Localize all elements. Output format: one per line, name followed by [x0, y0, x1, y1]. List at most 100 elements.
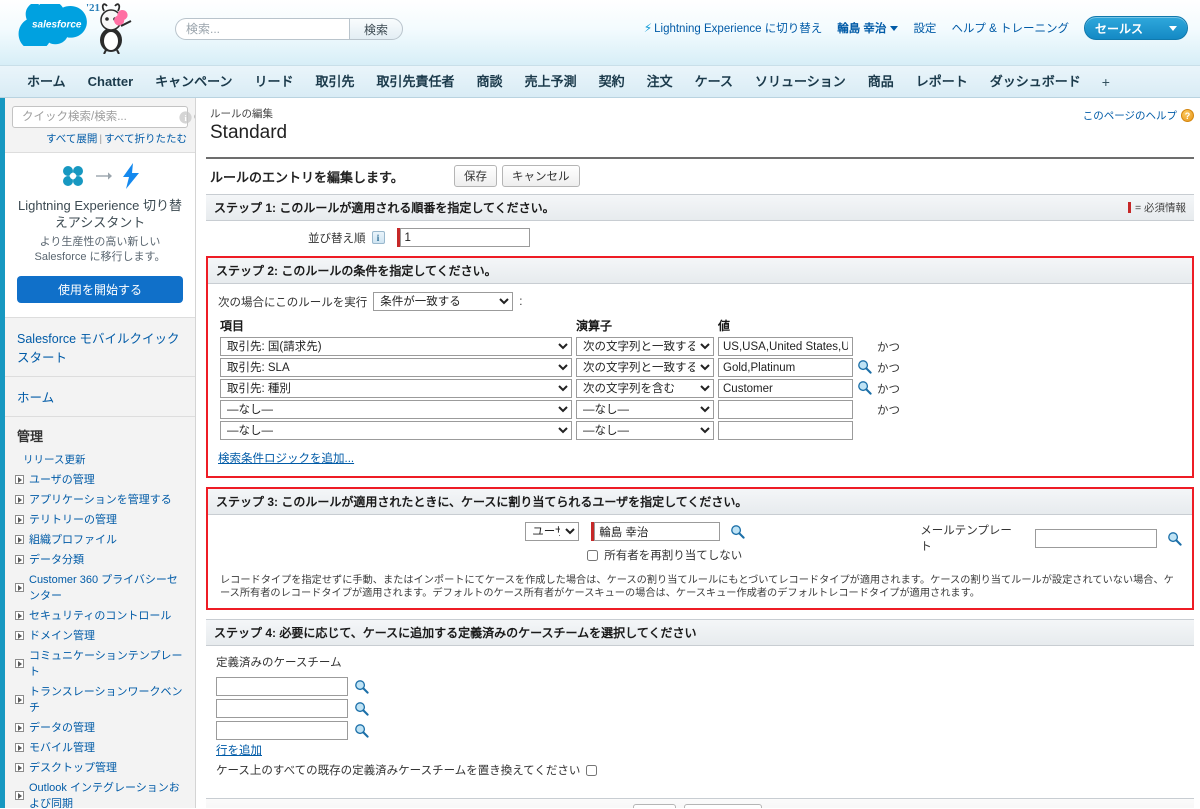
lookup-icon[interactable] [354, 701, 369, 716]
tab-solutions[interactable]: ソリューション [744, 66, 857, 97]
tab-cases[interactable]: ケース [684, 66, 744, 97]
expand-triangle-icon[interactable] [15, 630, 24, 640]
all-tabs-plus-icon[interactable]: + [1092, 74, 1120, 90]
expand-triangle-icon[interactable] [15, 694, 24, 704]
tab-orders[interactable]: 注文 [636, 66, 684, 97]
criteria-value-input-1[interactable] [718, 337, 853, 356]
sidebar-item-customer-360-privacy-center[interactable]: Customer 360 プライバシーセンター [5, 569, 195, 605]
user-menu[interactable]: 輪島 幸治 [837, 20, 899, 36]
save-button-top[interactable]: 保存 [454, 165, 497, 187]
tab-forecasts[interactable]: 売上予測 [514, 66, 588, 97]
criteria-field-select-2[interactable]: 取引先: SLA [220, 358, 572, 377]
tab-reports[interactable]: レポート [905, 66, 979, 97]
criteria-value-input-3[interactable] [718, 379, 853, 398]
lookup-icon[interactable] [730, 524, 745, 539]
tab-chatter[interactable]: Chatter [77, 66, 145, 97]
criteria-operator-select-5[interactable]: —なし— [576, 421, 714, 440]
tab-leads[interactable]: リード [244, 66, 305, 97]
criteria-field-select-5[interactable]: —なし— [220, 421, 572, 440]
expand-triangle-icon[interactable] [15, 494, 24, 504]
expand-triangle-icon[interactable] [15, 582, 24, 592]
sidebar-item-communication-templates[interactable]: コミュニケーションテンプレート [5, 645, 195, 681]
assignee-name-input[interactable] [594, 522, 721, 541]
setup-link[interactable]: 設定 [913, 20, 936, 36]
criteria-operator-select-1[interactable]: 次の文字列と一致する [576, 337, 714, 356]
sidebar-item-manage-apps[interactable]: アプリケーションを管理する [5, 489, 195, 509]
expand-triangle-icon[interactable] [15, 762, 24, 772]
criteria-field-select-1[interactable]: 取引先: 国(請求先) [220, 337, 572, 356]
global-search-button[interactable]: 検索 [349, 18, 404, 40]
add-filter-logic-link[interactable]: 検索条件ロジックを追加... [218, 453, 354, 465]
sidebar-item-outlook-integration[interactable]: Outlook インテグレーションおよび同期 [5, 777, 195, 808]
lookup-icon[interactable] [354, 723, 369, 738]
sidebar-item-home[interactable]: ホーム [5, 377, 195, 417]
criteria-operator-select-4[interactable]: —なし— [576, 400, 714, 419]
expand-triangle-icon[interactable] [15, 742, 24, 752]
sidebar-item-desktop-administration[interactable]: デスクトップ管理 [5, 757, 195, 777]
sidebar-item-company-profile[interactable]: 組織プロファイル [5, 529, 195, 549]
quick-find-input[interactable] [20, 110, 178, 124]
app-picker[interactable]: セールス [1084, 16, 1188, 40]
expand-triangle-icon[interactable] [15, 554, 24, 564]
criteria-field-select-3[interactable]: 取引先: 種別 [220, 379, 572, 398]
tab-opportunities[interactable]: 商談 [466, 66, 514, 97]
tab-contacts[interactable]: 取引先責任者 [366, 66, 466, 97]
sidebar-item-release-updates[interactable]: リリース更新 [5, 450, 195, 469]
sidebar-item-data-management[interactable]: データの管理 [5, 717, 195, 737]
global-search-input[interactable] [175, 18, 349, 40]
criteria-operator-select-3[interactable]: 次の文字列を含む [576, 379, 714, 398]
help-training-link[interactable]: ヘルプ & トレーニング [951, 20, 1069, 36]
info-icon[interactable]: i [371, 231, 385, 244]
expand-triangle-icon[interactable] [15, 610, 24, 620]
switch-to-lightning-link[interactable]: ⚡ Lightning Experience に切り替え [644, 20, 823, 36]
sidebar-item-domain-management[interactable]: ドメイン管理 [5, 625, 195, 645]
criteria-operator-select-2[interactable]: 次の文字列と一致する [576, 358, 714, 377]
expand-all-link[interactable]: すべて展開 [46, 133, 97, 145]
tab-products[interactable]: 商品 [857, 66, 905, 97]
collapse-all-link[interactable]: すべて折りたたむ [104, 133, 187, 145]
info-icon[interactable]: i [178, 110, 193, 125]
sort-order-input[interactable] [399, 228, 530, 247]
replace-case-teams-checkbox[interactable] [586, 764, 598, 776]
lookup-icon[interactable] [857, 380, 872, 395]
sidebar-item-mobile-administration[interactable]: モバイル管理 [5, 737, 195, 757]
criteria-value-input-4[interactable] [718, 400, 853, 419]
sidebar-item-security-controls[interactable]: セキュリティのコントロール [5, 605, 195, 625]
sidebar-item-data-classification[interactable]: データ分類 [5, 549, 195, 569]
assignee-type-select[interactable]: ユーザ [525, 522, 580, 541]
criteria-value-input-5[interactable] [718, 421, 853, 440]
save-button-bottom[interactable]: 保存 [633, 804, 677, 808]
assignee-row: ユーザ [525, 522, 745, 541]
criteria-field-select-4[interactable]: —なし— [220, 400, 572, 419]
case-team-input-3[interactable] [216, 721, 348, 740]
criteria-value-input-2[interactable] [718, 358, 853, 377]
expand-triangle-icon[interactable] [15, 658, 24, 668]
tab-contracts[interactable]: 契約 [588, 66, 636, 97]
lookup-icon[interactable] [857, 359, 872, 374]
expand-triangle-icon[interactable] [15, 790, 24, 800]
expand-triangle-icon[interactable] [15, 474, 24, 484]
cancel-button-top[interactable]: キャンセル [502, 165, 580, 187]
email-template-input[interactable] [1035, 528, 1157, 548]
sidebar-item-manage-territories[interactable]: テリトリーの管理 [5, 509, 195, 529]
tab-dashboards[interactable]: ダッシュボード [979, 66, 1092, 97]
case-team-input-1[interactable] [216, 677, 348, 696]
sidebar-item-mobile-quickstart[interactable]: Salesforce モバイルクイックスタート [5, 318, 195, 377]
cancel-button-bottom[interactable]: キャンセル [684, 804, 762, 808]
get-started-button[interactable]: 使用を開始する [17, 276, 183, 303]
sidebar-item-translation-workbench[interactable]: トランスレーションワークベンチ [5, 681, 195, 717]
expand-triangle-icon[interactable] [15, 514, 24, 524]
add-row-link[interactable]: 行を追加 [216, 745, 262, 757]
sidebar-item-manage-users[interactable]: ユーザの管理 [5, 469, 195, 489]
run-rule-when-select[interactable]: 条件が一致する [373, 292, 514, 311]
case-team-input-2[interactable] [216, 699, 348, 718]
tab-campaigns[interactable]: キャンペーン [144, 66, 243, 97]
tab-home[interactable]: ホーム [16, 66, 77, 97]
tab-accounts[interactable]: 取引先 [305, 66, 366, 97]
do-not-reassign-checkbox[interactable] [587, 549, 599, 561]
lookup-icon[interactable] [1167, 531, 1182, 546]
lookup-icon[interactable] [354, 679, 369, 694]
page-help-link[interactable]: このページのヘルプ ? [1083, 106, 1194, 123]
expand-triangle-icon[interactable] [15, 534, 24, 544]
expand-triangle-icon[interactable] [15, 722, 24, 732]
